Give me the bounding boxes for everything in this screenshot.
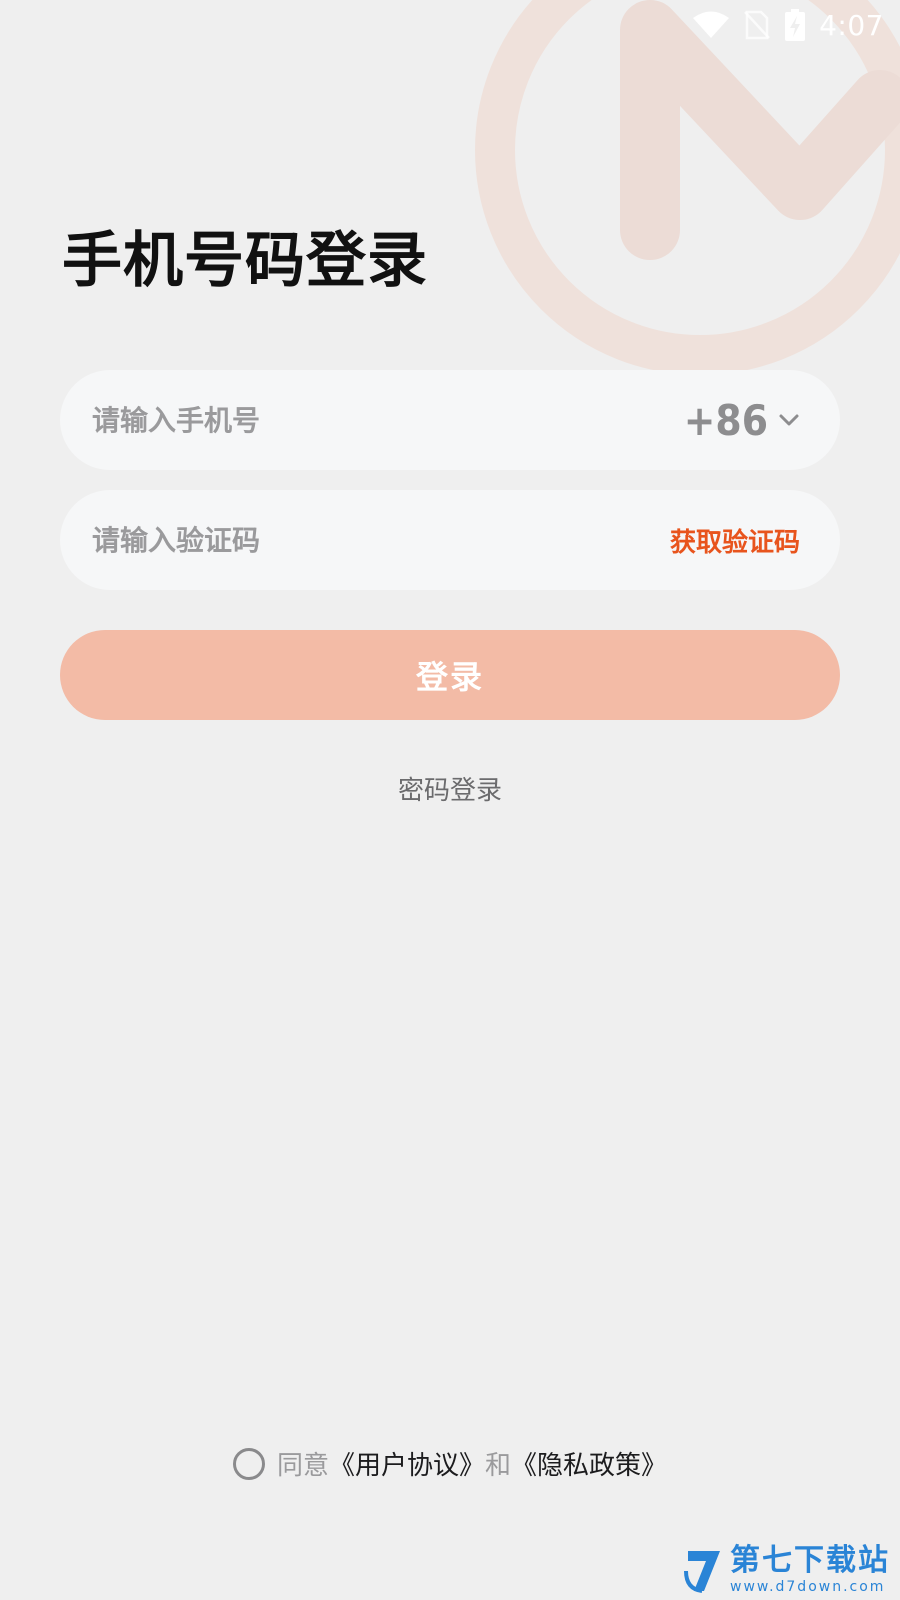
code-input[interactable]	[92, 510, 670, 570]
and-text: 和	[485, 1451, 512, 1481]
no-signal-icon	[744, 10, 771, 40]
user-agreement-link[interactable]: 《用户协议》	[329, 1445, 485, 1482]
agreement-row: 同意 《用户协议》 和 《隐私政策》	[0, 1445, 900, 1482]
status-bar: 4:07	[693, 0, 884, 50]
wifi-icon	[693, 11, 730, 38]
status-time: 4:07	[819, 8, 884, 42]
radio-unchecked-icon[interactable]	[232, 1447, 265, 1480]
phone-input[interactable]	[92, 390, 684, 450]
battery-charging-icon	[785, 9, 806, 41]
phone-field: +86	[60, 370, 840, 470]
agree-text: 同意	[276, 1451, 329, 1481]
watermark-logo-icon	[684, 1551, 720, 1593]
country-code-label: +86	[683, 395, 768, 445]
get-code-button[interactable]: 获取验证码	[670, 522, 800, 559]
page-title: 手机号码登录	[62, 226, 428, 296]
watermark-name: 第七下载站	[730, 1543, 890, 1578]
country-code-selector[interactable]: +86	[684, 396, 800, 445]
login-button[interactable]: 登录	[60, 630, 840, 720]
watermark-url: www.d7down.com	[730, 1579, 886, 1595]
watermark: 第七下载站 www.d7down.com	[684, 1546, 890, 1594]
brand-logo-icon	[475, 0, 900, 375]
privacy-policy-link[interactable]: 《隐私政策》	[511, 1445, 667, 1482]
password-login-link[interactable]: 密码登录	[0, 770, 900, 807]
code-field: 获取验证码	[60, 490, 840, 590]
chevron-down-icon	[779, 414, 799, 426]
